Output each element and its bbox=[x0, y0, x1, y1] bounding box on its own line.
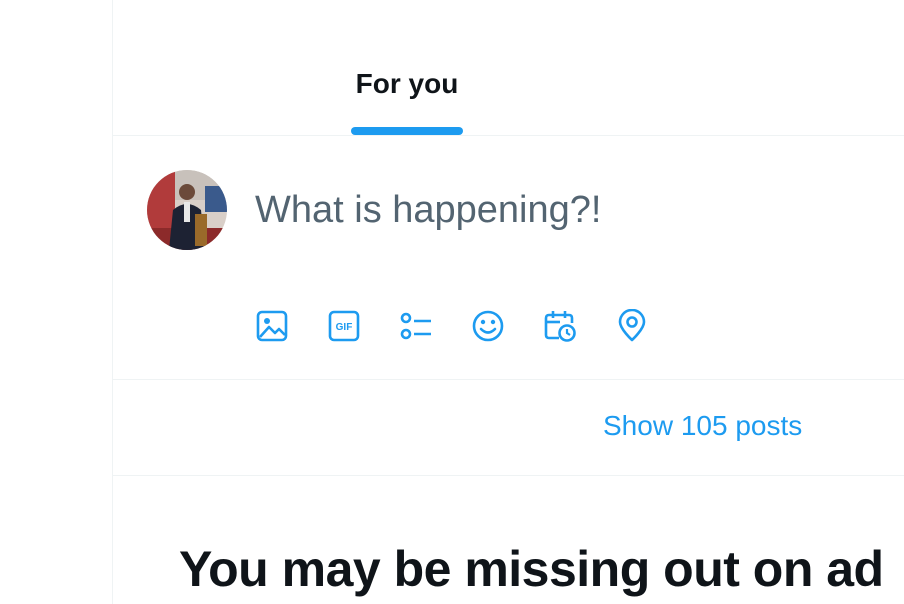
location-icon bbox=[618, 309, 646, 342]
poll-icon bbox=[400, 312, 431, 340]
show-new-posts-button[interactable]: Show 105 posts bbox=[113, 380, 904, 476]
composer-toolbar: GIF bbox=[255, 306, 687, 346]
emoji-icon bbox=[472, 310, 504, 342]
promo-headline: You may be missing out on ad bbox=[179, 541, 884, 597]
poll-button[interactable] bbox=[399, 306, 471, 346]
show-posts-label: Show 105 posts bbox=[603, 410, 803, 441]
tab-active-indicator bbox=[351, 127, 463, 135]
left-gutter bbox=[0, 0, 112, 604]
tab-for-you[interactable]: For you bbox=[351, 58, 463, 136]
gif-button[interactable]: GIF bbox=[327, 306, 399, 346]
compose-text-field[interactable] bbox=[255, 184, 855, 236]
timeline-tabs: For you bbox=[113, 0, 904, 136]
image-icon bbox=[256, 310, 288, 342]
media-button[interactable] bbox=[255, 306, 327, 346]
schedule-button[interactable] bbox=[543, 306, 615, 346]
location-button[interactable] bbox=[615, 306, 687, 346]
svg-text:GIF: GIF bbox=[336, 322, 353, 333]
schedule-icon bbox=[544, 311, 576, 342]
post-composer: GIF bbox=[113, 136, 904, 380]
avatar-photo bbox=[147, 170, 227, 250]
gif-icon: GIF bbox=[328, 310, 360, 342]
emoji-button[interactable] bbox=[471, 306, 543, 346]
tab-label: For you bbox=[355, 68, 459, 99]
avatar[interactable] bbox=[147, 170, 227, 250]
main-column: For you What is happening?! GIF Show 105… bbox=[112, 0, 904, 604]
